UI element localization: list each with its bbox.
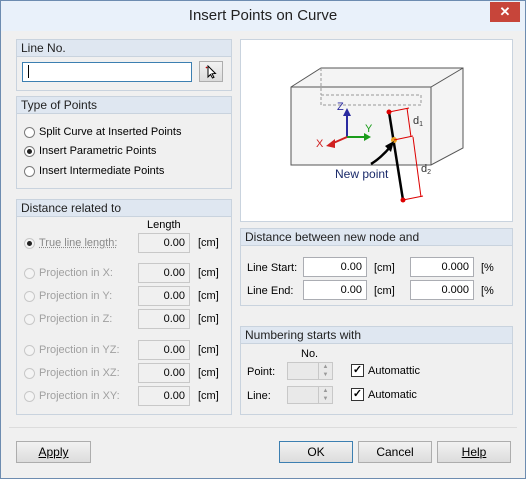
- distance-related-group: Distance related to Length True line len…: [16, 199, 232, 415]
- help-button[interactable]: Help: [437, 441, 511, 463]
- line-end-percent-field[interactable]: 0.000: [410, 280, 474, 300]
- radio-split-curve-label: Split Curve at Inserted Points: [39, 126, 182, 138]
- axis-x-label: X: [316, 138, 324, 150]
- window-title: Insert Points on Curve: [188, 7, 338, 24]
- type-of-points-header: Type of Points: [17, 97, 231, 114]
- line-no-input[interactable]: [22, 62, 192, 82]
- radio-intermediate-points-label: Insert Intermediate Points: [39, 165, 165, 177]
- line-automatic-checkbox[interactable]: ✓: [351, 388, 364, 401]
- button-bar-separator: [9, 427, 517, 428]
- line-end-field[interactable]: 0.00: [303, 280, 367, 300]
- projection-xz-unit: [cm]: [198, 367, 219, 379]
- radio-projection-yz[interactable]: [24, 345, 35, 356]
- line-no-header: Line No.: [17, 40, 231, 57]
- projection-xy-label: Projection in XY:: [39, 390, 120, 402]
- radio-projection-z[interactable]: [24, 314, 35, 325]
- distance-between-group: Distance between new node and Line Start…: [240, 228, 513, 306]
- curve-diagram: Z Y X d1 d2 New point: [290, 67, 464, 203]
- projection-x-unit: [cm]: [198, 267, 219, 279]
- title-bar: Insert Points on Curve ✕: [1, 1, 525, 31]
- radio-parametric-points-label: Insert Parametric Points: [39, 145, 157, 157]
- point-automatic-label: Automattic: [368, 365, 420, 377]
- numbering-header: Numbering starts with: [241, 327, 512, 344]
- length-column-header: Length: [147, 219, 181, 231]
- close-button[interactable]: ✕: [490, 2, 520, 22]
- line-automatic-label: Automatic: [368, 389, 417, 401]
- ok-button[interactable]: OK: [279, 441, 353, 463]
- true-line-length-field[interactable]: 0.00: [138, 233, 190, 253]
- line-number-spinner[interactable]: ▲ ▼: [287, 386, 333, 404]
- projection-xz-field[interactable]: 0.00: [138, 363, 190, 383]
- ok-button-label: OK: [307, 445, 325, 459]
- projection-yz-label: Projection in YZ:: [39, 344, 120, 356]
- projection-x-field[interactable]: 0.00: [138, 263, 190, 283]
- projection-z-unit: [cm]: [198, 313, 219, 325]
- radio-projection-xy[interactable]: [24, 391, 35, 402]
- line-end-unit: [cm]: [374, 285, 395, 297]
- radio-projection-xz[interactable]: [24, 368, 35, 379]
- point-label: Point:: [247, 366, 276, 378]
- cursor-pick-icon: [205, 64, 217, 79]
- line-label: Line:: [247, 390, 271, 402]
- true-line-length-unit: [cm]: [198, 237, 219, 249]
- projection-xy-unit: [cm]: [198, 390, 219, 402]
- point-number-spinner[interactable]: ▲ ▼: [287, 362, 333, 380]
- apply-button[interactable]: Apply: [16, 441, 91, 463]
- spinner-arrows-icon[interactable]: ▲ ▼: [318, 363, 332, 379]
- cancel-button-label: Cancel: [376, 445, 414, 459]
- dialog-window: Insert Points on Curve ✕ Line No. Type o…: [0, 0, 526, 479]
- cancel-button[interactable]: Cancel: [358, 441, 432, 463]
- radio-intermediate-points[interactable]: [24, 166, 35, 177]
- spinner-arrows-icon[interactable]: ▲ ▼: [318, 387, 332, 403]
- pick-line-button[interactable]: [199, 61, 223, 82]
- projection-yz-unit: [cm]: [198, 344, 219, 356]
- text-cursor: [28, 65, 29, 78]
- projection-z-label: Projection in Z:: [39, 313, 113, 325]
- projection-yz-field[interactable]: 0.00: [138, 340, 190, 360]
- line-start-percent-unit: [%: [481, 262, 494, 274]
- point-automatic-checkbox[interactable]: ✓: [351, 364, 364, 377]
- projection-z-field[interactable]: 0.00: [138, 309, 190, 329]
- help-button-label: Help: [461, 445, 487, 459]
- axis-y-label: Y: [365, 123, 373, 135]
- projection-xy-field[interactable]: 0.00: [138, 386, 190, 406]
- new-point-label: New point: [335, 167, 389, 181]
- distance-related-header: Distance related to: [17, 200, 231, 217]
- type-of-points-group: Type of Points Split Curve at Inserted P…: [16, 96, 232, 189]
- radio-projection-y[interactable]: [24, 291, 35, 302]
- distance-between-header: Distance between new node and: [241, 229, 512, 246]
- true-line-length-label: True line length:: [39, 237, 118, 249]
- radio-parametric-points[interactable]: [24, 146, 35, 157]
- line-start-field[interactable]: 0.00: [303, 257, 367, 277]
- axis-z-label: Z: [337, 101, 344, 113]
- line-no-group: Line No.: [16, 39, 232, 91]
- line-start-unit: [cm]: [374, 262, 395, 274]
- line-end-percent-unit: [%: [481, 285, 494, 297]
- box-outline: [290, 67, 464, 166]
- radio-projection-x[interactable]: [24, 268, 35, 279]
- numbering-group: Numbering starts with No. Point: ▲ ▼ ✓ Au…: [240, 326, 513, 415]
- projection-y-field[interactable]: 0.00: [138, 286, 190, 306]
- radio-split-curve[interactable]: [24, 127, 35, 138]
- projection-xz-label: Projection in XZ:: [39, 367, 120, 379]
- projection-y-unit: [cm]: [198, 290, 219, 302]
- line-start-percent-field[interactable]: 0.000: [410, 257, 474, 277]
- projection-y-label: Projection in Y:: [39, 290, 113, 302]
- radio-true-line-length[interactable]: [24, 238, 35, 249]
- line-end-label: Line End:: [247, 285, 294, 297]
- no-column-header: No.: [301, 348, 319, 360]
- apply-button-label: Apply: [38, 445, 69, 459]
- projection-x-label: Projection in X:: [39, 267, 113, 279]
- line-start-label: Line Start:: [247, 262, 298, 274]
- diagram-panel: Z Y X d1 d2 New point: [240, 39, 513, 222]
